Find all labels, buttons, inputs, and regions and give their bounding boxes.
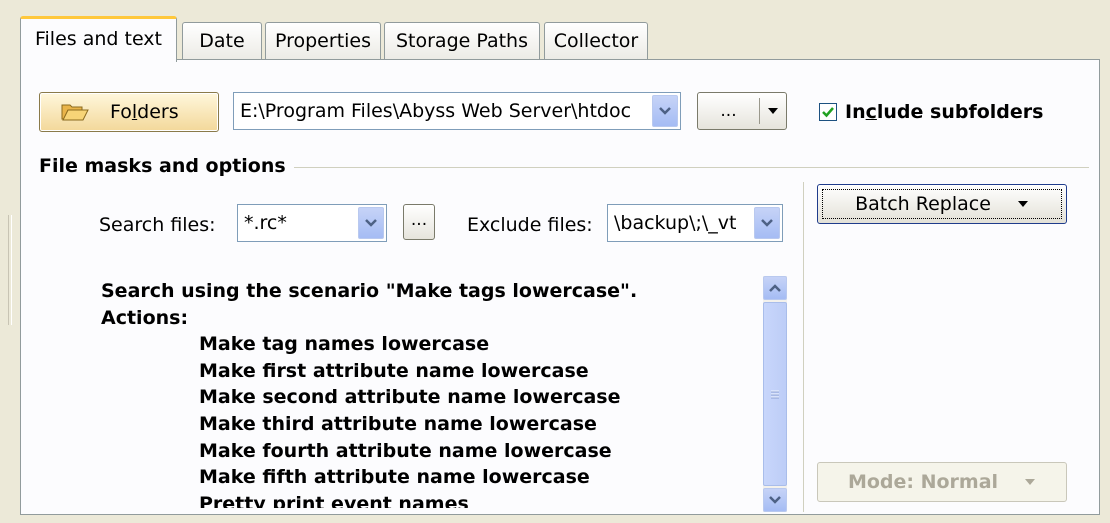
search-files-label: Search files: [99, 214, 216, 236]
action-item: Make first attribute name lowercase [199, 359, 589, 382]
actions-label: Actions: [101, 306, 189, 329]
search-files-value: *.rc* [244, 212, 287, 234]
action-item: Pretty print event names [199, 492, 469, 508]
exclude-files-label: Exclude files: [467, 214, 593, 236]
tab-properties[interactable]: Properties [265, 22, 381, 60]
tab-storage-paths[interactable]: Storage Paths [384, 22, 540, 60]
search-files-combo[interactable]: *.rc* [237, 204, 387, 242]
caret-down-icon [1024, 478, 1036, 486]
splitter-grip[interactable] [8, 215, 12, 325]
action-item: Make third attribute name lowercase [199, 412, 597, 435]
files-and-text-panel: Folders E:\Program Files\Abyss Web Serve… [20, 59, 1100, 515]
scenario-intro: Search using the scenario "Make tags low… [101, 280, 638, 302]
ellipsis-label: ... [410, 210, 428, 230]
folders-button-label: Folders [110, 101, 179, 123]
tab-files-and-text[interactable]: Files and text [20, 16, 177, 62]
folder-path-value: E:\Program Files\Abyss Web Server\htdoc [240, 100, 632, 122]
focus-rect [822, 189, 1062, 219]
exclude-files-value: \backup\;\_vt [614, 212, 737, 234]
mode-button[interactable]: Mode: Normal [817, 462, 1067, 502]
vertical-divider [803, 182, 804, 512]
mode-label: Mode: Normal [847, 471, 999, 493]
tab-collector[interactable]: Collector [544, 22, 648, 60]
tab-strip: Files and text Date Properties Storage P… [20, 16, 1100, 62]
tab-label: Date [199, 30, 245, 52]
folder-path-combo[interactable]: E:\Program Files\Abyss Web Server\htdoc [233, 92, 681, 130]
scrollbar-thumb[interactable] [763, 302, 787, 486]
tab-label: Properties [274, 30, 372, 52]
chevron-down-icon[interactable] [652, 95, 678, 127]
browse-ellipsis-label: ... [720, 101, 737, 121]
chevron-down-icon[interactable] [358, 207, 384, 239]
include-subfolders-label: Include subfolders [845, 101, 1044, 123]
include-subfolders-checkbox[interactable]: Include subfolders [819, 101, 1043, 123]
action-item: Make tag names lowercase [199, 333, 490, 356]
browse-menu-button[interactable]: ... [697, 92, 787, 130]
open-folder-icon [60, 101, 90, 123]
chevron-down-icon[interactable] [763, 488, 787, 512]
scenario-description: Search using the scenario "Make tags low… [101, 278, 741, 508]
chevron-up-icon[interactable] [763, 276, 787, 300]
grip-icon [771, 390, 779, 399]
action-item: Make fourth attribute name lowercase [199, 439, 612, 462]
tab-label: Files and text [34, 28, 163, 50]
checkmark-icon[interactable] [819, 103, 837, 121]
folders-button[interactable]: Folders [39, 92, 219, 132]
caret-down-icon[interactable] [760, 107, 786, 115]
batch-replace-button[interactable]: Batch Replace [817, 184, 1067, 224]
tab-date[interactable]: Date [182, 22, 262, 60]
action-item: Make second attribute name lowercase [199, 386, 621, 409]
chevron-down-icon[interactable] [754, 207, 780, 239]
tab-label: Storage Paths [395, 30, 529, 52]
file-masks-section-title: File masks and options [39, 155, 294, 177]
tab-label: Collector [553, 30, 639, 52]
action-item: Make fifth attribute name lowercase [199, 466, 590, 489]
search-files-browse-button[interactable]: ... [403, 204, 435, 240]
scenario-scrollbar[interactable] [763, 276, 787, 512]
exclude-files-combo[interactable]: \backup\;\_vt [607, 204, 783, 242]
